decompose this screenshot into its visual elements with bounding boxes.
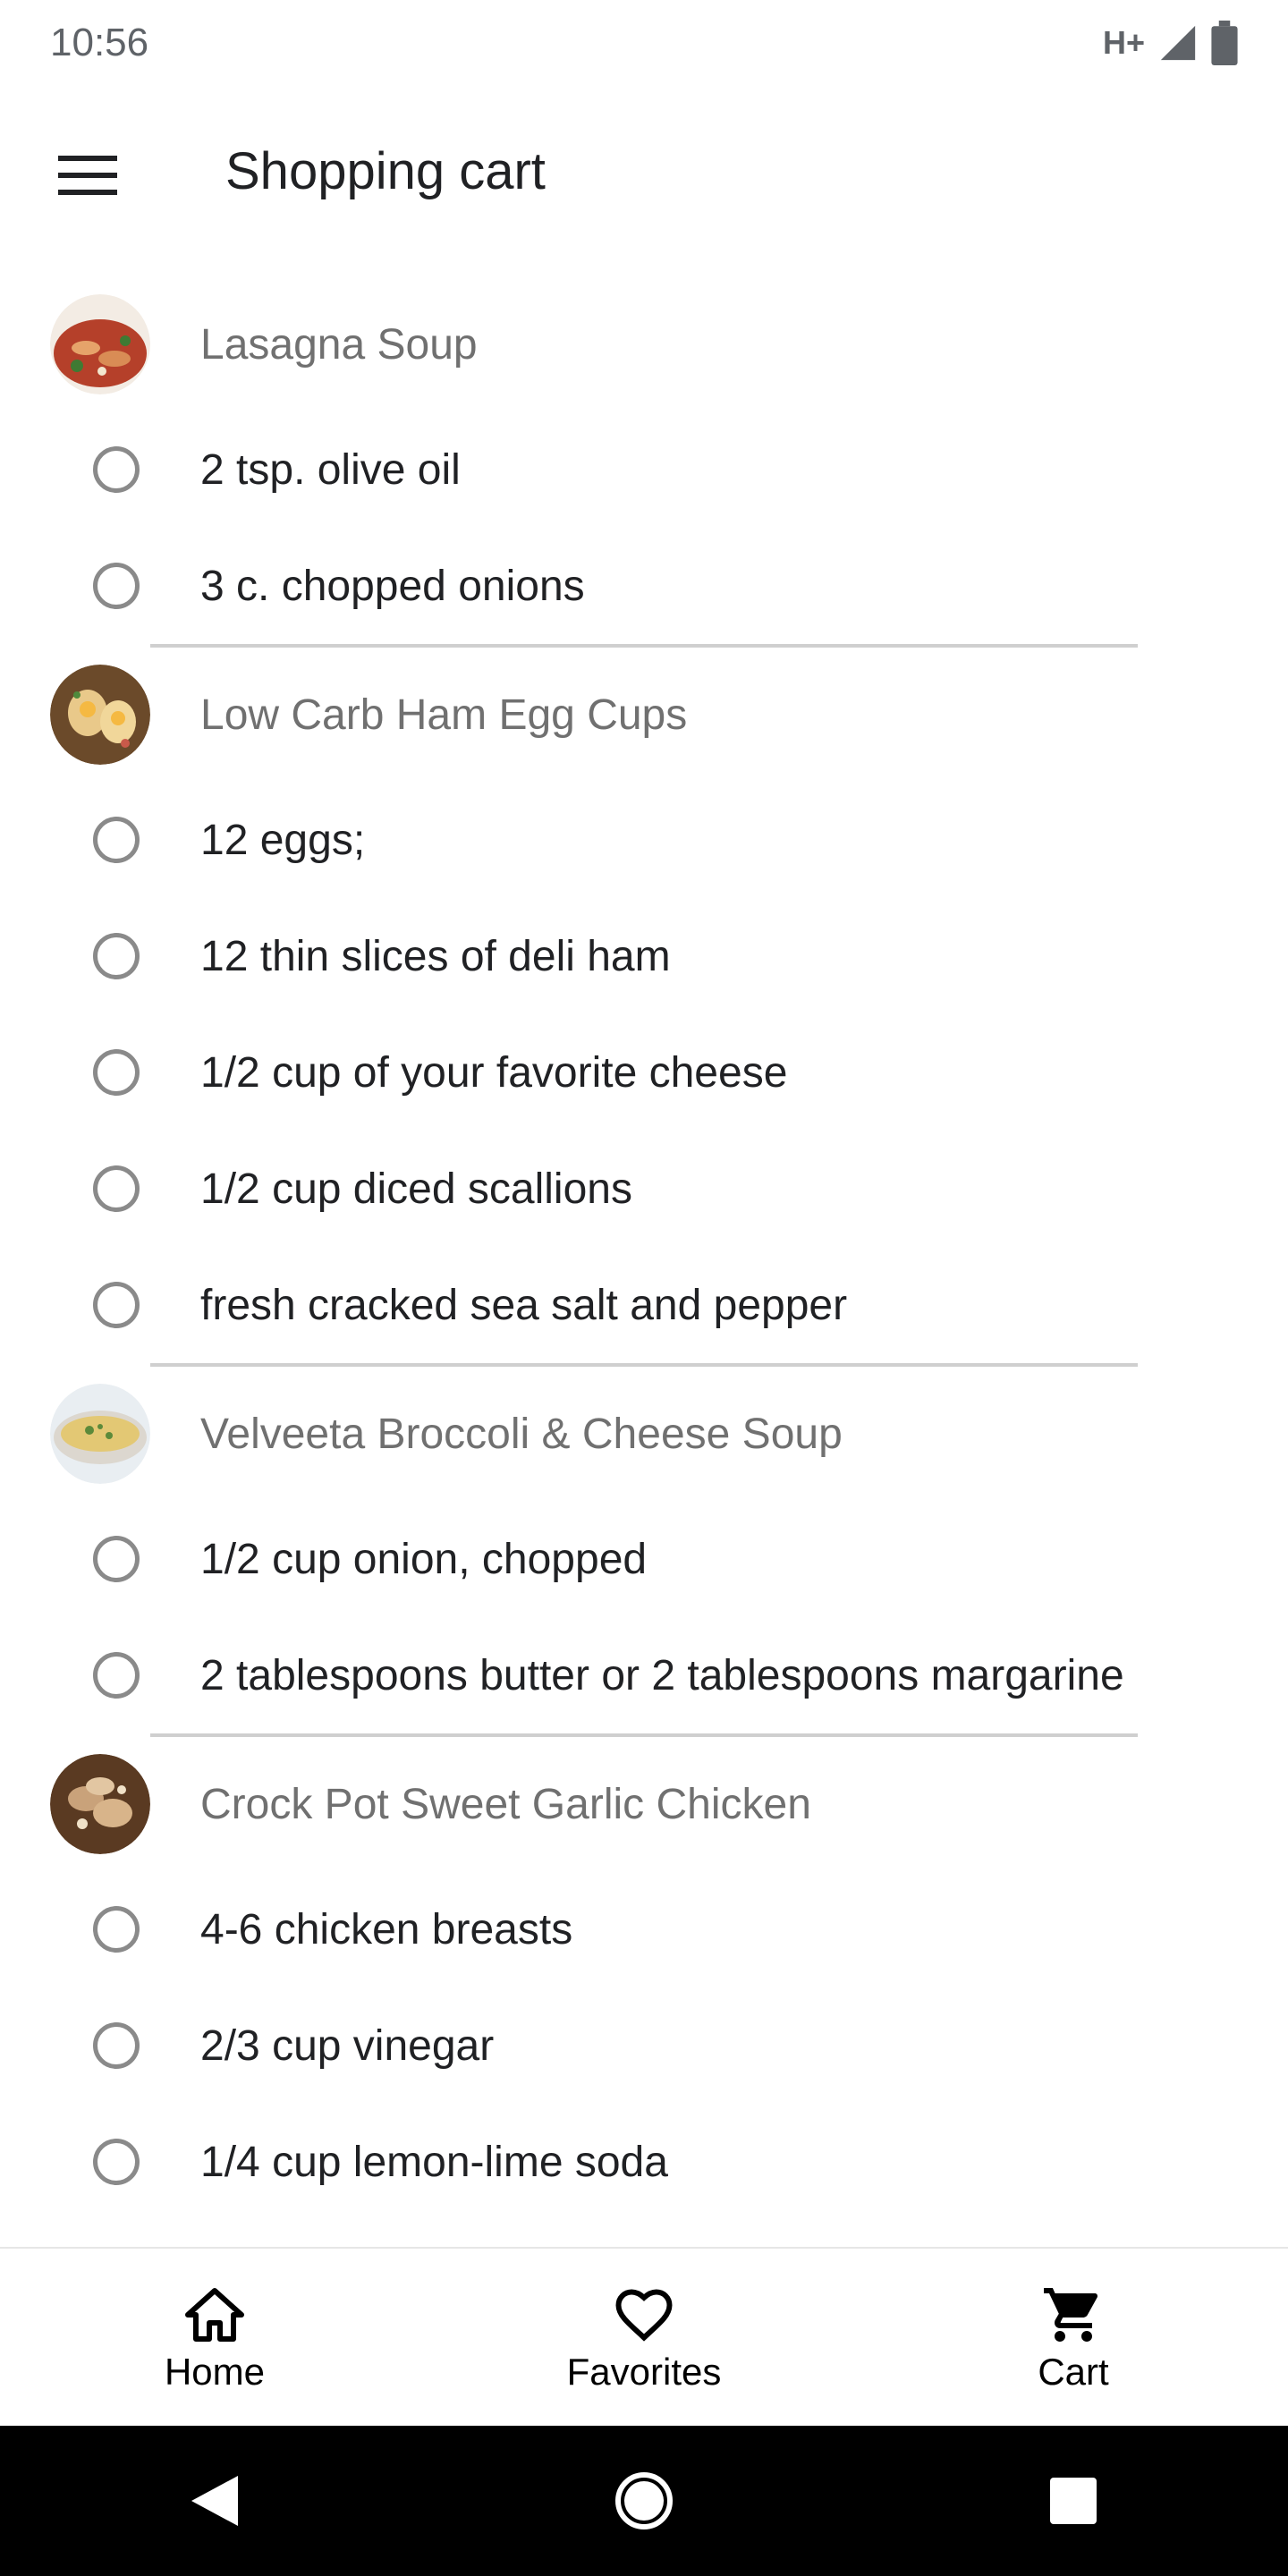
circle-home-icon xyxy=(615,2472,673,2529)
ingredient-item[interactable]: 2 tablespoons butter or 2 tablespoons ma… xyxy=(0,1617,1288,1733)
recents-icon xyxy=(1050,2478,1097,2524)
nav-home-label: Home xyxy=(164,2351,266,2393)
status-bar: 10:56 H+ xyxy=(0,0,1288,86)
app-bar: Shopping cart xyxy=(0,86,1288,265)
ingredient-label: 2/3 cup vinegar xyxy=(200,2021,495,2070)
ingredient-checkbox[interactable] xyxy=(93,817,140,863)
ingredient-checkbox[interactable] xyxy=(93,1165,140,1212)
recipe-header[interactable]: Crock Pot Sweet Garlic Chicken xyxy=(0,1737,1288,1871)
ingredient-checkbox[interactable] xyxy=(93,1906,140,1953)
bottom-navigation: Home Favorites Cart xyxy=(0,2247,1288,2428)
system-back-button[interactable] xyxy=(161,2447,268,2555)
recipe-thumbnail xyxy=(50,1754,150,1854)
ingredient-item[interactable]: 1/2 cup diced scallions xyxy=(0,1131,1288,1247)
ingredient-item[interactable]: 1/4 cup lemon-lime soda xyxy=(0,2104,1288,2220)
ingredient-checkbox[interactable] xyxy=(93,1282,140,1328)
ingredient-label: 2 tsp. olive oil xyxy=(200,445,461,494)
home-icon xyxy=(185,2288,244,2342)
cart-list[interactable]: Lasagna Soup 2 tsp. olive oil 3 c. chopp… xyxy=(0,268,1288,2247)
ingredient-label: 1/2 cup onion, chopped xyxy=(200,1535,648,1583)
ingredient-label: fresh cracked sea salt and pepper xyxy=(200,1281,848,1329)
nav-favorites[interactable]: Favorites xyxy=(429,2249,859,2428)
recipe-thumbnail xyxy=(50,294,150,394)
status-time: 10:56 xyxy=(50,21,149,64)
ingredient-label: 1/2 cup diced scallions xyxy=(200,1165,632,1213)
ingredient-item[interactable]: 1/2 cup onion, chopped xyxy=(0,1501,1288,1617)
recipe-title: Low Carb Ham Egg Cups xyxy=(200,691,688,739)
ingredient-checkbox[interactable] xyxy=(93,2022,140,2069)
system-home-button[interactable] xyxy=(590,2447,698,2555)
ingredient-checkbox[interactable] xyxy=(93,446,140,493)
page-title: Shopping cart xyxy=(225,142,546,200)
nav-cart-label: Cart xyxy=(1038,2351,1109,2393)
recipe-header[interactable]: Low Carb Ham Egg Cups xyxy=(0,648,1288,782)
ingredient-label: 2 tablespoons butter or 2 tablespoons ma… xyxy=(200,1651,1124,1699)
recipe-header[interactable]: Lasagna Soup xyxy=(0,277,1288,411)
recipe-title: Crock Pot Sweet Garlic Chicken xyxy=(200,1780,811,1828)
recipe-title: Velveeta Broccoli & Cheese Soup xyxy=(200,1410,843,1458)
menu-icon xyxy=(58,156,117,195)
ingredient-checkbox[interactable] xyxy=(93,933,140,979)
ingredient-item[interactable]: 2 tsp. olive oil xyxy=(0,411,1288,528)
ingredient-item[interactable]: 4-6 chicken breasts xyxy=(0,1871,1288,1987)
ingredient-checkbox[interactable] xyxy=(93,1652,140,1699)
ingredient-item[interactable]: fresh cracked sea salt and pepper xyxy=(0,1247,1288,1363)
ingredient-label: 3 c. chopped onions xyxy=(200,562,585,610)
nav-favorites-label: Favorites xyxy=(566,2351,722,2393)
recipe-thumbnail xyxy=(50,1384,150,1484)
signal-icon xyxy=(1160,25,1196,61)
nav-home[interactable]: Home xyxy=(0,2249,429,2428)
system-navigation-bar xyxy=(0,2426,1288,2576)
nav-cart[interactable]: Cart xyxy=(859,2249,1288,2428)
network-type-label: H+ xyxy=(1102,24,1145,61)
ingredient-label: 12 thin slices of deli ham xyxy=(200,932,671,980)
ingredient-checkbox[interactable] xyxy=(93,1049,140,1096)
menu-button[interactable] xyxy=(39,140,136,211)
ingredient-item[interactable]: 12 thin slices of deli ham xyxy=(0,898,1288,1014)
ingredient-item[interactable]: 12 eggs; xyxy=(0,782,1288,898)
back-icon xyxy=(191,2476,238,2526)
status-icons: H+ xyxy=(1103,21,1238,65)
ingredient-label: 1/4 cup lemon-lime soda xyxy=(200,2138,668,2186)
ingredient-checkbox[interactable] xyxy=(93,1536,140,1582)
ingredient-item[interactable]: 3 c. chopped onions xyxy=(0,528,1288,644)
cart-icon xyxy=(1044,2288,1097,2342)
recipe-header[interactable]: Velveeta Broccoli & Cheese Soup xyxy=(0,1367,1288,1501)
ingredient-label: 12 eggs; xyxy=(200,816,366,864)
ingredient-label: 1/2 cup of your favorite cheese xyxy=(200,1048,788,1097)
recipe-thumbnail xyxy=(50,665,150,765)
ingredient-checkbox[interactable] xyxy=(93,2139,140,2185)
ingredient-item[interactable]: 2/3 cup vinegar xyxy=(0,1987,1288,2104)
ingredient-label: 4-6 chicken breasts xyxy=(200,1905,573,1953)
battery-icon xyxy=(1211,21,1238,65)
ingredient-item[interactable]: 1/2 cup of your favorite cheese xyxy=(0,1014,1288,1131)
heart-icon xyxy=(615,2289,673,2342)
system-recents-button[interactable] xyxy=(1020,2447,1127,2555)
ingredient-checkbox[interactable] xyxy=(93,563,140,609)
recipe-title: Lasagna Soup xyxy=(200,320,478,369)
